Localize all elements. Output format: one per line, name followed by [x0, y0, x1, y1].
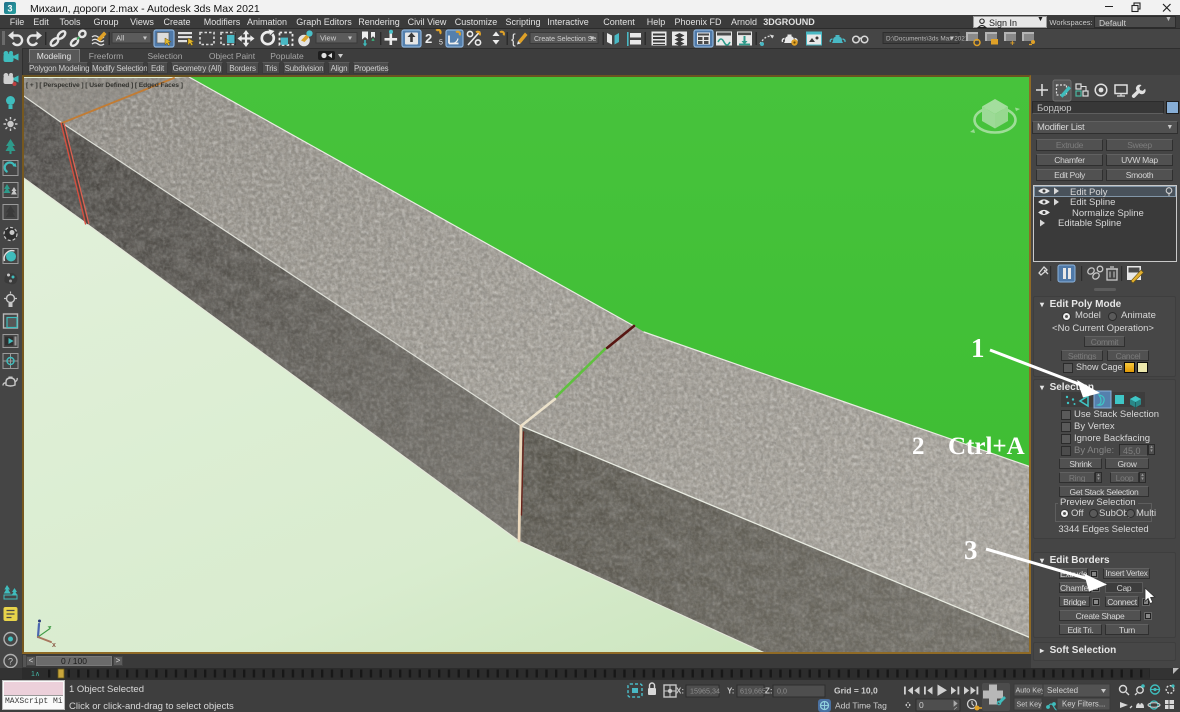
svg-text:0,0: 0,0 — [777, 687, 787, 696]
svg-text:View: View — [320, 34, 337, 43]
svg-text:X:: X: — [676, 687, 684, 696]
svg-text:Z:: Z: — [765, 687, 773, 696]
svg-text:x: x — [52, 642, 56, 649]
svg-text:15965,34: 15965,34 — [690, 687, 720, 696]
svg-text:1∧: 1∧ — [31, 671, 40, 678]
svg-text:Create Selection Se: Create Selection Se — [534, 36, 596, 43]
svg-text:+: + — [1010, 39, 1015, 48]
svg-text:5: 5 — [439, 40, 443, 47]
svg-text:D:\Documents\3ds Max 2021: D:\Documents\3ds Max 2021 — [886, 35, 969, 42]
svg-text:[ + ] [ Perspective ] [ User D: [ + ] [ Perspective ] [ User Defined ] [… — [26, 82, 183, 89]
svg-text:2: 2 — [425, 31, 432, 46]
svg-text:{: { — [511, 31, 516, 47]
svg-text:619,665: 619,665 — [740, 687, 766, 696]
svg-text:Set Key: Set Key — [1017, 700, 1043, 709]
svg-text:0: 0 — [919, 700, 924, 710]
svg-text:All: All — [116, 34, 125, 43]
svg-text:3: 3 — [7, 4, 12, 14]
svg-text:Grid = 10,0: Grid = 10,0 — [834, 686, 878, 696]
svg-text:?: ? — [8, 657, 13, 667]
svg-text:Key Filters...: Key Filters... — [1062, 700, 1105, 709]
svg-text:Y:: Y: — [727, 687, 734, 696]
svg-text:Add Time Tag: Add Time Tag — [835, 701, 887, 711]
svg-text:Selected: Selected — [1047, 686, 1078, 695]
svg-text:Auto Key: Auto Key — [1016, 686, 1046, 695]
